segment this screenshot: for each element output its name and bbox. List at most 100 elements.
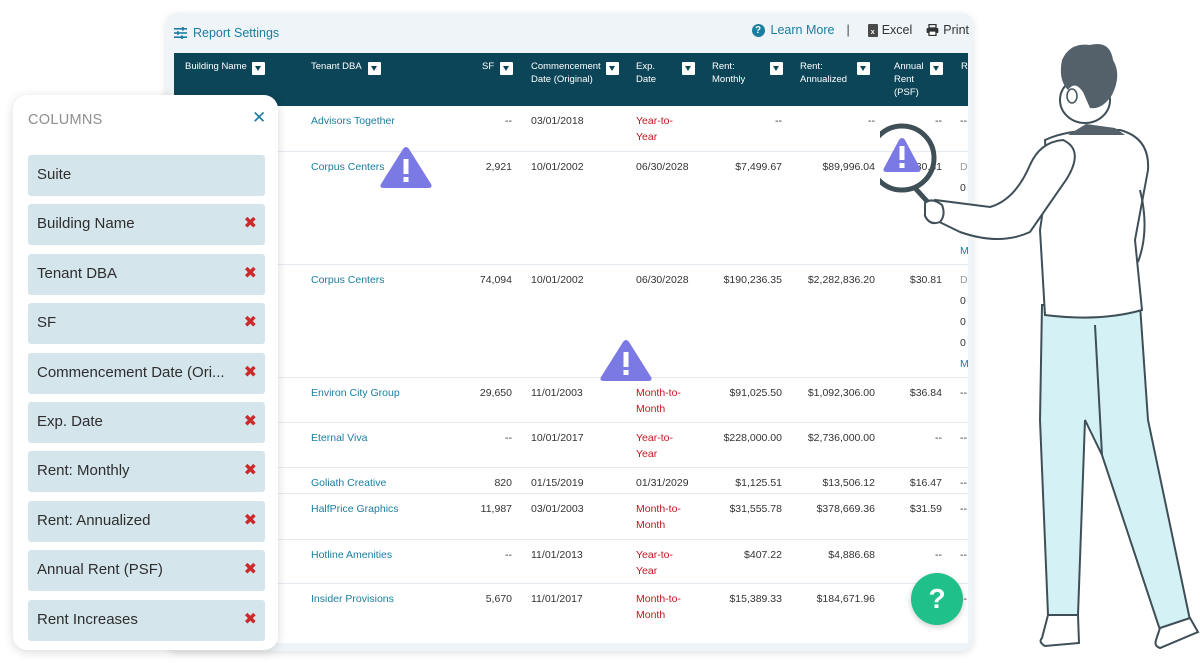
exp-date: Month-to-: [636, 503, 681, 515]
column-header: Tenant DBA: [311, 60, 362, 73]
table-row: Corpus Centers 74,094 10/01/2002 06/30/2028…: [174, 264, 968, 377]
remove-column-icon[interactable]: ✖: [244, 609, 257, 629]
exp-date: Year-to-: [636, 432, 673, 444]
caret-down-icon[interactable]: [770, 62, 783, 75]
commencement-date: 10/01/2002: [531, 161, 584, 173]
exp-date: 01/31/2029: [636, 477, 689, 489]
tenant-link[interactable]: HalfPrice Graphics: [311, 501, 399, 517]
column-chip-label: Suite: [37, 166, 72, 183]
sf-value: 29,650: [479, 387, 512, 399]
learn-more-link[interactable]: ? Learn More: [751, 23, 835, 37]
report-settings-label: Report Settings: [193, 26, 280, 40]
remove-column-icon[interactable]: ✖: [244, 312, 257, 332]
tenant-link[interactable]: Advisors Together: [311, 113, 395, 129]
rent-annualized: $2,282,836.20: [807, 274, 875, 286]
caret-down-icon[interactable]: [252, 62, 265, 75]
sf-value: --: [505, 115, 512, 127]
rent-annualized: $13,506.12: [822, 477, 875, 489]
rent-monthly: --: [775, 115, 782, 127]
column-chip-label: Rent: Monthly: [37, 462, 130, 480]
tenant-link[interactable]: Environ City Group: [311, 385, 400, 401]
caret-down-icon[interactable]: [500, 62, 513, 75]
column-header-label: Tenant DBA: [311, 61, 362, 72]
remove-column-icon[interactable]: ✖: [244, 362, 257, 382]
exp-date: Month-to-: [636, 387, 681, 399]
table-header: Building Name Tenant DBA SF Commencement Dat…: [174, 53, 968, 106]
sliders-icon: [174, 27, 187, 39]
column-header-label: Commencement: [531, 61, 601, 72]
report-table: Building Name Tenant DBA SF Commencement Dat…: [174, 53, 968, 643]
column-header: Rent: Annualized: [800, 60, 847, 86]
table-row: Hotline Amenities -- 11/01/2013 Year-to- Yea…: [174, 539, 968, 583]
sf-value: 2,921: [485, 161, 512, 173]
column-chip-label: Commencement Date (Ori...: [37, 363, 225, 381]
commencement-date: 10/01/2017: [531, 432, 584, 444]
tenant-link[interactable]: Corpus Centers: [311, 159, 385, 175]
commencement-date: 01/15/2019: [531, 477, 584, 489]
remove-column-icon[interactable]: ✖: [244, 213, 257, 233]
caret-down-icon[interactable]: [682, 62, 695, 75]
column-chip-label: Annual Rent (PSF): [37, 561, 163, 579]
table-row: Environ City Group 29,650 11/01/2003 Month-…: [174, 377, 968, 422]
tenant-link[interactable]: Insider Provisions: [311, 591, 394, 607]
column-header-label: SF: [482, 61, 495, 72]
report-settings-button[interactable]: Report Settings: [174, 26, 279, 40]
tenant-link[interactable]: Corpus Centers: [311, 272, 385, 288]
commencement-date: 10/01/2002: [531, 274, 584, 286]
exp-date: 06/30/2028: [636, 161, 689, 173]
help-button[interactable]: ?: [911, 573, 963, 625]
column-chip[interactable]: Rent: Annualized ✖: [28, 500, 265, 542]
column-chip[interactable]: Tenant DBA ✖: [28, 253, 265, 295]
column-header: Rent: Monthly: [712, 60, 745, 86]
rent-monthly: $1,125.51: [735, 477, 782, 489]
caret-down-icon[interactable]: [606, 62, 619, 75]
caret-down-icon[interactable]: [368, 62, 381, 75]
column-chip[interactable]: Building Name ✖: [28, 204, 265, 246]
column-header: Exp. Date: [636, 60, 656, 86]
remove-column-icon[interactable]: ✖: [244, 559, 257, 579]
tenant-link[interactable]: Hotline Amenities: [311, 547, 392, 563]
remove-column-icon[interactable]: ✖: [244, 460, 257, 480]
rent-annualized: $4,886.68: [828, 549, 875, 561]
remove-column-icon[interactable]: ✖: [244, 263, 257, 283]
learn-more-label: Learn More: [770, 23, 835, 37]
column-chip[interactable]: Exp. Date ✖: [28, 402, 265, 443]
caret-down-icon[interactable]: [857, 62, 870, 75]
column-chip-label: Rent Increases: [37, 610, 138, 628]
tenant-link[interactable]: Eternal Viva: [311, 430, 367, 446]
column-chip-label: SF: [37, 314, 57, 332]
close-icon[interactable]: ✕: [252, 108, 266, 128]
table-row: Goliath Creative 820 01/15/2019 01/31/2029 $…: [174, 467, 968, 493]
table-row: HalfPrice Graphics 11,987 03/01/2003 Month-…: [174, 493, 968, 539]
column-chip[interactable]: Suite: [28, 155, 265, 196]
column-chip[interactable]: SF ✖: [28, 303, 265, 345]
commencement-date: 03/01/2018: [531, 115, 584, 127]
column-chip[interactable]: Rent: Monthly ✖: [28, 451, 265, 493]
rent-annualized: $89,996.04: [822, 161, 875, 173]
column-header: SF: [482, 60, 494, 73]
tenant-link[interactable]: Goliath Creative: [311, 475, 386, 491]
exp-date-cont: Month: [636, 403, 666, 415]
column-chip-label: Tenant DBA: [37, 264, 118, 282]
table-row: Corpus Centers 2,921 10/01/2002 06/30/2028 $…: [174, 151, 968, 264]
rent-annualized: $2,736,000.00: [807, 432, 875, 444]
column-header-label: Exp.: [636, 61, 656, 72]
rent-roll-report: Report Settings ? Learn More | x Excel P…: [166, 13, 973, 651]
exp-date: Month-to-: [636, 593, 681, 605]
toolbar-separator: |: [846, 23, 850, 37]
column-chip-label: Exp. Date: [37, 413, 103, 430]
column-chip[interactable]: Rent Increases ✖: [28, 599, 265, 641]
column-header-label: Date: [636, 74, 657, 85]
column-header-label: Monthly: [712, 74, 746, 85]
remove-column-icon[interactable]: ✖: [244, 510, 257, 530]
exp-date-cont: Year: [636, 565, 658, 577]
column-chip[interactable]: Commencement Date (Ori... ✖: [28, 352, 265, 394]
table-row: Insider Provisions 5,670 11/01/2017 Month-t…: [174, 583, 968, 628]
sf-value: 74,094: [479, 274, 512, 286]
column-chip[interactable]: Annual Rent (PSF) ✖: [28, 550, 265, 592]
rent-annualized: $378,669.36: [816, 503, 875, 515]
remove-column-icon[interactable]: ✖: [244, 411, 257, 431]
sf-value: --: [505, 549, 512, 561]
excel-file-icon: x: [867, 23, 878, 37]
column-header-label: Rent:: [800, 61, 823, 72]
